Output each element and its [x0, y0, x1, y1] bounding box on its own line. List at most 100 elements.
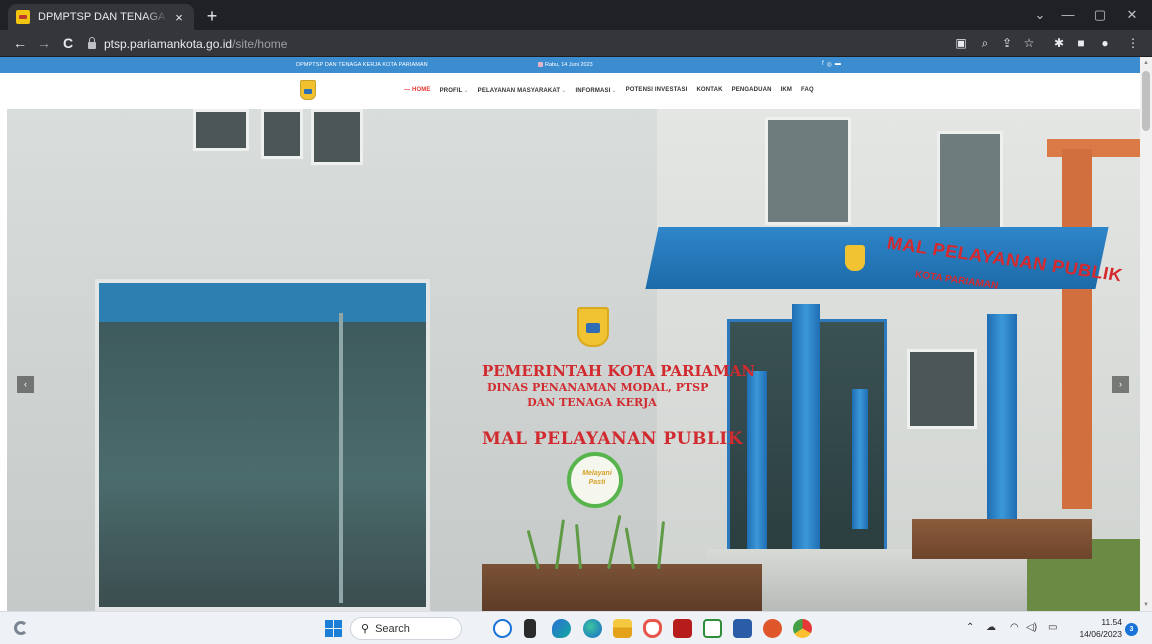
- menu-item-home[interactable]: HOME: [404, 87, 431, 94]
- badge-text: Melayani Pasti: [582, 470, 612, 486]
- new-tab-button[interactable]: +: [202, 6, 222, 26]
- menu-item-ikm[interactable]: IKM: [781, 87, 792, 94]
- page-scrollbar[interactable]: ▲ ▼: [1140, 57, 1152, 611]
- building-window: [765, 117, 851, 225]
- copilot-icon[interactable]: [552, 619, 571, 638]
- sign-line-1: PEMERINTAH KOTA PARIAMAN: [482, 362, 756, 380]
- menu-item-pelayanan-masyarakat[interactable]: PELAYANAN MASYARAKAT⌄: [478, 87, 567, 94]
- topbar-date: Rabu, 14 Juni 2023: [538, 62, 593, 68]
- zoom-icon[interactable]: ⌕: [976, 34, 994, 52]
- neighbor-column: [1062, 149, 1092, 509]
- xbox-icon[interactable]: [703, 619, 722, 638]
- chrome-menu-icon[interactable]: ⋮: [1124, 34, 1142, 52]
- back-button[interactable]: ←: [10, 33, 30, 53]
- tab-title: DPMPTSP DAN TENAGA KERJA K: [38, 11, 168, 23]
- building-window: [907, 349, 977, 429]
- clock-date: 14/06/2023: [1079, 629, 1122, 639]
- edge-icon[interactable]: [583, 619, 602, 638]
- neighbor-roof: [1047, 139, 1140, 157]
- weather-widget-icon[interactable]: [14, 621, 28, 635]
- notification-badge[interactable]: 3: [1125, 623, 1138, 636]
- site-navbar: HOME PROFIL⌄ PELAYANAN MASYARAKAT⌄ INFOR…: [0, 73, 1140, 109]
- scrollbar-thumb[interactable]: [1142, 71, 1150, 131]
- instagram-icon[interactable]: ◎: [827, 61, 832, 68]
- word-icon[interactable]: [733, 619, 752, 638]
- city-emblem-icon: [577, 307, 609, 347]
- battery-icon[interactable]: ▭: [1048, 622, 1057, 633]
- tab-close-button[interactable]: ×: [172, 10, 186, 25]
- youtube-icon[interactable]: ▬: [835, 61, 841, 68]
- extensions-icon[interactable]: ✱: [1050, 34, 1068, 52]
- reload-button[interactable]: C: [58, 33, 78, 53]
- translate-icon[interactable]: ▣: [952, 34, 970, 52]
- menu-item-faq[interactable]: FAQ: [801, 87, 814, 94]
- chevron-down-icon: ⌄: [611, 88, 617, 94]
- site-logo[interactable]: [300, 80, 316, 100]
- forward-button[interactable]: →: [34, 33, 54, 53]
- onedrive-icon[interactable]: ☁: [986, 622, 996, 633]
- glass-facade: [95, 279, 430, 611]
- blue-pillar: [852, 389, 868, 529]
- minimize-button[interactable]: —: [1050, 4, 1086, 26]
- chevron-down-icon: ⌄: [561, 88, 567, 94]
- sign-line-2: DINAS PENANAMAN MODAL, PTSP: [487, 381, 709, 394]
- app-red-icon[interactable]: [673, 619, 692, 638]
- chrome-icon[interactable]: [793, 619, 812, 638]
- building-window: [311, 109, 363, 165]
- menu-item-profil[interactable]: PROFIL⌄: [440, 87, 469, 94]
- blue-pillar: [792, 304, 820, 589]
- bing-icon[interactable]: [493, 619, 512, 638]
- browser-tab[interactable]: DPMPTSP DAN TENAGA KERJA K ×: [8, 4, 194, 30]
- side-panel-icon[interactable]: ■: [1072, 34, 1090, 52]
- file-manager-icon[interactable]: [524, 619, 536, 638]
- site-topbar: DPMPTSP DAN TENAGA KERJA KOTA PARIAMAN R…: [0, 57, 1140, 73]
- hero-slider: MAL PELAYANAN PUBLIK KOTA PARIAMAN PEMER…: [7, 109, 1140, 611]
- bookmark-star-icon[interactable]: ☆: [1020, 34, 1038, 52]
- start-button[interactable]: [325, 620, 342, 637]
- taskbar-clock[interactable]: 11.54 14/06/2023: [1070, 616, 1122, 640]
- building-window: [261, 109, 303, 159]
- melayani-badge: Melayani Pasti: [567, 452, 623, 508]
- clock-time: 11.54: [1101, 617, 1122, 627]
- show-hidden-icons-icon[interactable]: ⌃: [966, 622, 974, 633]
- explorer-icon[interactable]: [613, 619, 632, 638]
- slider-next-button[interactable]: ›: [1112, 376, 1129, 393]
- sign-line-4: MAL PELAYANAN PUBLIK: [482, 429, 743, 449]
- main-menu: HOME PROFIL⌄ PELAYANAN MASYARAKAT⌄ INFOR…: [404, 87, 823, 94]
- profile-icon[interactable]: ●: [1096, 34, 1114, 52]
- scroll-up-arrow-icon[interactable]: ▲: [1140, 57, 1152, 69]
- wifi-icon[interactable]: ◠: [1010, 622, 1019, 633]
- site-favicon-icon: [16, 10, 30, 24]
- topbar-org-name: DPMPTSP DAN TENAGA KERJA KOTA PARIAMAN: [296, 62, 428, 68]
- facebook-icon[interactable]: f: [822, 61, 824, 68]
- menu-item-potensi-investasi[interactable]: POTENSI INVESTASI: [626, 87, 688, 94]
- windows-taskbar: ⚲ Search ⌃ ☁ ◠ ◁) ▭ 11.54 14/06/2023 3: [0, 611, 1152, 644]
- blue-pillar: [747, 371, 767, 561]
- url-path: /site/home: [232, 36, 288, 51]
- close-window-button[interactable]: ✕: [1114, 4, 1150, 26]
- share-icon[interactable]: ⇪: [998, 34, 1016, 52]
- webpage: DPMPTSP DAN TENAGA KERJA KOTA PARIAMAN R…: [0, 57, 1140, 611]
- maximize-button[interactable]: ▢: [1082, 4, 1118, 26]
- planter: [912, 519, 1092, 559]
- blue-pillar: [987, 314, 1017, 554]
- slider-prev-button[interactable]: ‹: [17, 376, 34, 393]
- scroll-down-arrow-icon[interactable]: ▼: [1140, 599, 1152, 611]
- volume-icon[interactable]: ◁): [1026, 622, 1037, 633]
- planter: [482, 564, 762, 611]
- menu-item-informasi[interactable]: INFORMASI⌄: [575, 87, 616, 94]
- brave-icon[interactable]: [643, 619, 662, 638]
- building-window: [193, 109, 249, 151]
- menu-item-kontak[interactable]: KONTAK: [696, 87, 722, 94]
- url-domain: ptsp.pariamankota.go.id: [104, 36, 233, 51]
- social-links: f ◎ ▬: [822, 61, 841, 68]
- address-bar[interactable]: ptsp.pariamankota.go.id /site/home: [88, 33, 958, 54]
- lock-icon[interactable]: [88, 36, 96, 49]
- menu-item-pengaduan[interactable]: PENGADUAN: [732, 87, 772, 94]
- office-icon[interactable]: [763, 619, 782, 638]
- browser-toolbar: ← → C ptsp.pariamankota.go.id /site/home…: [0, 30, 1152, 57]
- sign-line-3: DAN TENAGA KERJA: [527, 396, 657, 409]
- search-icon: ⚲: [361, 623, 370, 635]
- chevron-down-icon: ⌄: [463, 88, 469, 94]
- taskbar-search[interactable]: ⚲ Search: [350, 617, 462, 640]
